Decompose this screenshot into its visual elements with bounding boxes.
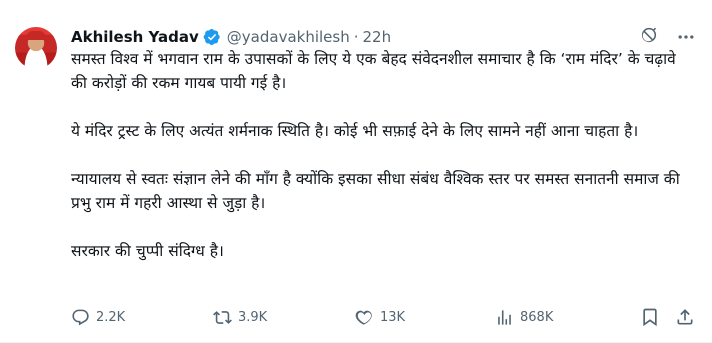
like-count: 13K (380, 309, 406, 325)
tweet-paragraph: सरकार की चुप्पी संदिग्ध है। (71, 242, 224, 260)
more-options-icon[interactable] (676, 27, 696, 47)
bookmark-button[interactable] (640, 305, 666, 329)
timestamp[interactable]: 22h (363, 28, 392, 46)
reply-count: 2.2K (96, 309, 126, 325)
heart-icon (355, 310, 372, 325)
tweet-paragraph: ये मंदिर ट्रस्ट के लिए अत्यंत शर्मनाक स्… (71, 122, 639, 140)
tweet-paragraph: समस्त विश्व में भगवान राम के उपासकों के … (71, 50, 676, 92)
views-chart-icon (498, 309, 511, 325)
tweet-text: समस्त विश्व में भगवान राम के उपासकों के … (71, 47, 696, 263)
reply-icon (72, 309, 89, 325)
avatar[interactable] (15, 27, 57, 69)
views-button[interactable]: 868K (495, 305, 553, 329)
tweet-actions: 2.2K 3.9K 13K 868K (71, 305, 696, 329)
repost-button[interactable]: 3.9K (213, 305, 267, 329)
repost-icon (213, 310, 232, 324)
views-count: 868K (520, 309, 554, 325)
grok-icon[interactable] (639, 25, 659, 45)
verified-badge-icon (203, 28, 221, 46)
like-button[interactable]: 13K (355, 305, 405, 329)
author-handle[interactable]: @yadavakhilesh (227, 28, 350, 46)
tweet-header: Akhilesh Yadav @yadavakhilesh · 22h (71, 27, 391, 47)
reply-button[interactable]: 2.2K (71, 305, 125, 329)
repost-count: 3.9K (238, 309, 268, 325)
tweet-paragraph: न्यायालय से स्वतः संज्ञान लेने की माँग ह… (71, 170, 680, 212)
bookmark-icon (643, 308, 657, 327)
share-button[interactable] (675, 305, 701, 329)
tweet: Akhilesh Yadav @yadavakhilesh · 22h समस्… (0, 0, 712, 343)
author-name[interactable]: Akhilesh Yadav (71, 28, 199, 46)
share-icon (677, 309, 693, 325)
separator-dot: · (353, 28, 359, 46)
